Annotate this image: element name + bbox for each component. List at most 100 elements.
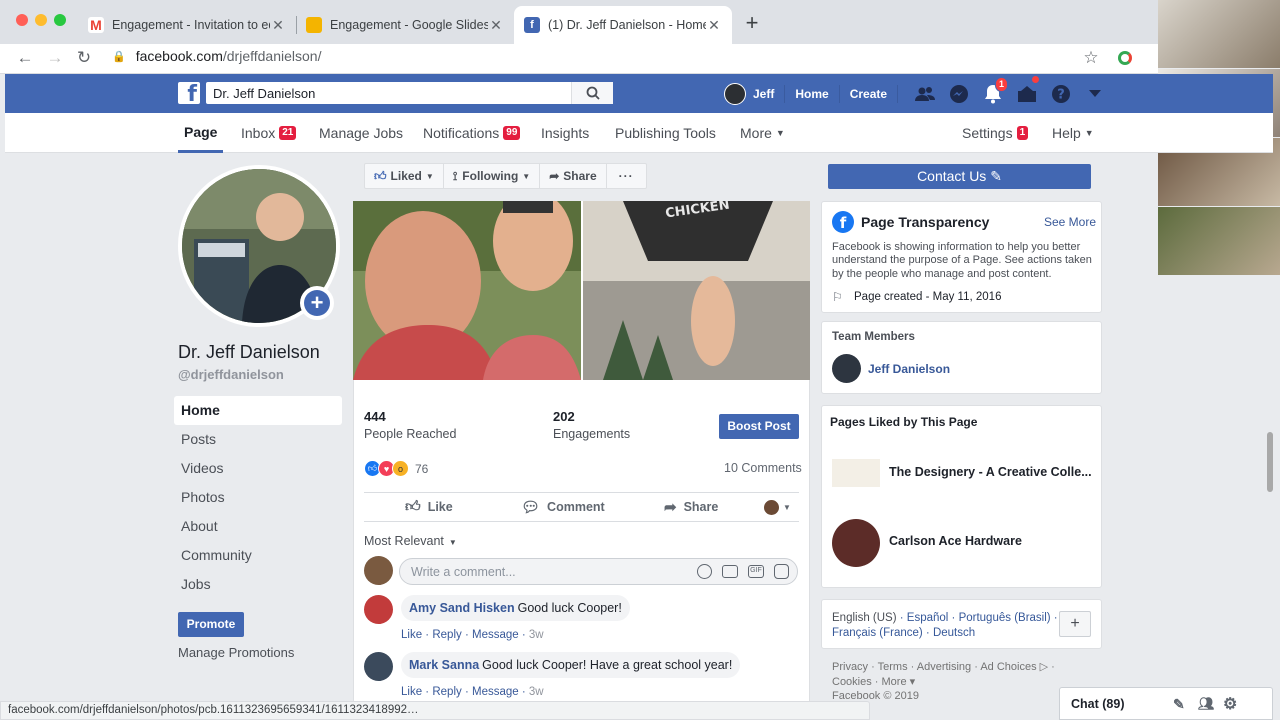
url-field[interactable]: 🔒 facebook.com/drjeffdanielson/ bbox=[112, 48, 321, 64]
comment-time[interactable]: 3w bbox=[529, 629, 544, 641]
contact-us-button[interactable]: Contact Us ✎ bbox=[828, 164, 1091, 189]
footer-nav[interactable]: Privacy · Terms · Advertising · Ad Choic… bbox=[832, 660, 1082, 689]
post-photo-2[interactable]: CHICKEN bbox=[583, 201, 810, 380]
maximize-window-button[interactable] bbox=[54, 14, 66, 26]
close-tab-icon[interactable]: ✕ bbox=[706, 17, 722, 34]
tab-page[interactable]: Page bbox=[178, 113, 224, 153]
search-box[interactable]: Dr. Jeff Danielson bbox=[206, 82, 613, 104]
camera-icon[interactable] bbox=[722, 565, 738, 578]
tab-settings[interactable]: Settings 1 bbox=[962, 113, 1029, 153]
tab-notifications[interactable]: Notifications 99 bbox=[423, 113, 521, 153]
avatar[interactable] bbox=[364, 595, 393, 624]
search-input[interactable]: Dr. Jeff Danielson bbox=[206, 86, 571, 101]
comment-reply-link[interactable]: Reply bbox=[432, 686, 461, 698]
comment-like-link[interactable]: Like bbox=[401, 686, 422, 698]
page-handle[interactable]: @drjeffdanielson bbox=[178, 367, 284, 382]
tab-publishing-tools[interactable]: Publishing Tools bbox=[615, 113, 716, 153]
back-arrow-icon[interactable]: ← bbox=[14, 48, 36, 68]
tab-insights[interactable]: Insights bbox=[541, 113, 589, 153]
close-window-button[interactable] bbox=[16, 14, 28, 26]
user-profile-link[interactable]: Jeff bbox=[753, 87, 774, 101]
tab-help[interactable]: Help ▼ bbox=[1052, 113, 1094, 153]
browser-tab-gmail[interactable]: M Engagement - Invitation to edit ✕ bbox=[78, 6, 296, 44]
left-nav-videos[interactable]: Videos bbox=[174, 454, 342, 483]
comment-like-link[interactable]: Like bbox=[401, 629, 422, 641]
comment-author-link[interactable]: Mark Sanna bbox=[409, 658, 479, 672]
tab-manage-jobs[interactable]: Manage Jobs bbox=[319, 113, 403, 153]
left-nav-home[interactable]: Home bbox=[174, 396, 342, 425]
comment-reply-link[interactable]: Reply bbox=[432, 629, 461, 641]
group-chat-icon[interactable]: 👥︎ bbox=[1198, 696, 1215, 712]
gif-icon[interactable]: GIF bbox=[748, 565, 764, 578]
add-profile-photo-button[interactable]: + bbox=[300, 286, 334, 320]
comment-author-link[interactable]: Amy Sand Hisken bbox=[409, 601, 515, 615]
lock-icon: 🔒 bbox=[112, 50, 126, 63]
left-nav-about[interactable]: About bbox=[174, 512, 342, 541]
boost-post-button[interactable]: Boost Post bbox=[719, 414, 799, 439]
close-tab-icon[interactable]: ✕ bbox=[488, 17, 504, 34]
post-photo-1[interactable] bbox=[353, 201, 581, 380]
left-nav-community[interactable]: Community bbox=[174, 541, 342, 570]
facebook-logo-icon[interactable]: f bbox=[178, 82, 200, 104]
user-avatar[interactable] bbox=[724, 82, 746, 105]
forward-arrow-icon[interactable]: → bbox=[44, 48, 66, 68]
following-button[interactable]: ⟟ Following ▼ bbox=[444, 164, 541, 188]
reactions-summary[interactable]: 👍︎ ♥ o 76 bbox=[364, 460, 428, 477]
chat-bar[interactable]: Chat (89) ✎ 👥︎ ⚙ bbox=[1059, 687, 1273, 720]
sticker-icon[interactable] bbox=[774, 564, 789, 579]
quick-help-icon[interactable] bbox=[1016, 74, 1041, 105]
gear-icon[interactable]: ⚙ bbox=[1223, 694, 1237, 714]
thumbs-up-icon: 👍︎ bbox=[405, 498, 421, 515]
comments-count-link[interactable]: 10 Comments bbox=[724, 461, 802, 475]
designery-logo[interactable] bbox=[832, 459, 880, 487]
comment-sort-dropdown[interactable]: Most Relevant ▼ bbox=[364, 534, 457, 548]
reload-icon[interactable]: ↻ bbox=[73, 48, 95, 68]
manage-promotions-link[interactable]: Manage Promotions bbox=[178, 645, 294, 660]
share-page-button[interactable]: ➦ Share bbox=[540, 164, 607, 188]
comment-message-link[interactable]: Message bbox=[472, 629, 519, 641]
add-language-button[interactable]: + bbox=[1059, 611, 1091, 637]
minimize-window-button[interactable] bbox=[35, 14, 47, 26]
create-link[interactable]: Create bbox=[850, 87, 887, 101]
help-icon[interactable]: ? bbox=[1050, 83, 1072, 105]
new-message-icon[interactable]: ✎ bbox=[1173, 696, 1185, 713]
left-nav-jobs[interactable]: Jobs bbox=[174, 570, 342, 599]
liked-button[interactable]: 👍︎ Liked ▼ bbox=[365, 164, 444, 188]
comment-message-link[interactable]: Message bbox=[472, 686, 519, 698]
home-link[interactable]: Home bbox=[795, 87, 828, 101]
carlson-ace-avatar[interactable] bbox=[832, 519, 880, 567]
avatar[interactable] bbox=[364, 652, 393, 681]
emoji-icon[interactable] bbox=[697, 564, 712, 579]
search-icon[interactable] bbox=[571, 82, 613, 104]
tab-inbox[interactable]: Inbox 21 bbox=[241, 113, 297, 153]
close-tab-icon[interactable]: ✕ bbox=[270, 17, 286, 34]
friends-icon[interactable] bbox=[914, 83, 936, 105]
language-links[interactable]: English (US) · Español · Português (Bras… bbox=[832, 611, 1072, 641]
more-options-button[interactable]: ··· bbox=[607, 164, 646, 188]
account-menu-chevron-icon[interactable] bbox=[1084, 83, 1106, 105]
avatar[interactable] bbox=[832, 354, 861, 383]
comment-time[interactable]: 3w bbox=[529, 686, 544, 698]
see-more-link[interactable]: See More bbox=[1044, 215, 1096, 229]
bookmark-star-icon[interactable]: ☆ bbox=[1080, 48, 1102, 68]
liked-page-link[interactable]: Carlson Ace Hardware bbox=[889, 534, 1022, 548]
browser-tab-facebook[interactable]: f (1) Dr. Jeff Danielson - Home ✕ bbox=[514, 6, 732, 44]
new-tab-button[interactable]: + bbox=[738, 12, 766, 36]
promote-button[interactable]: Promote bbox=[178, 612, 244, 637]
left-nav-posts[interactable]: Posts bbox=[174, 425, 342, 454]
post-photos[interactable]: CHICKEN bbox=[353, 201, 810, 380]
comment-input[interactable]: Write a comment... GIF bbox=[399, 558, 798, 585]
left-nav-photos[interactable]: Photos bbox=[174, 483, 342, 512]
notifications-bell-icon[interactable]: 1 bbox=[982, 76, 1009, 105]
team-member-link[interactable]: Jeff Danielson bbox=[868, 362, 950, 376]
post-as-selector[interactable]: ▼ bbox=[764, 499, 791, 515]
like-button[interactable]: 👍︎ Like bbox=[405, 498, 453, 516]
share-button[interactable]: ➦ Share bbox=[664, 498, 718, 516]
browser-tab-slides[interactable]: Engagement - Google Slides ✕ bbox=[296, 6, 514, 44]
comment-button[interactable]: 💬︎ Comment bbox=[521, 498, 605, 516]
page-scrollbar[interactable] bbox=[1267, 432, 1273, 492]
liked-page-link[interactable]: The Designery - A Creative Colle... bbox=[889, 465, 1092, 479]
messenger-icon[interactable] bbox=[948, 83, 970, 105]
tab-more[interactable]: More ▼ bbox=[740, 113, 785, 153]
extension-icon[interactable] bbox=[1118, 51, 1132, 65]
